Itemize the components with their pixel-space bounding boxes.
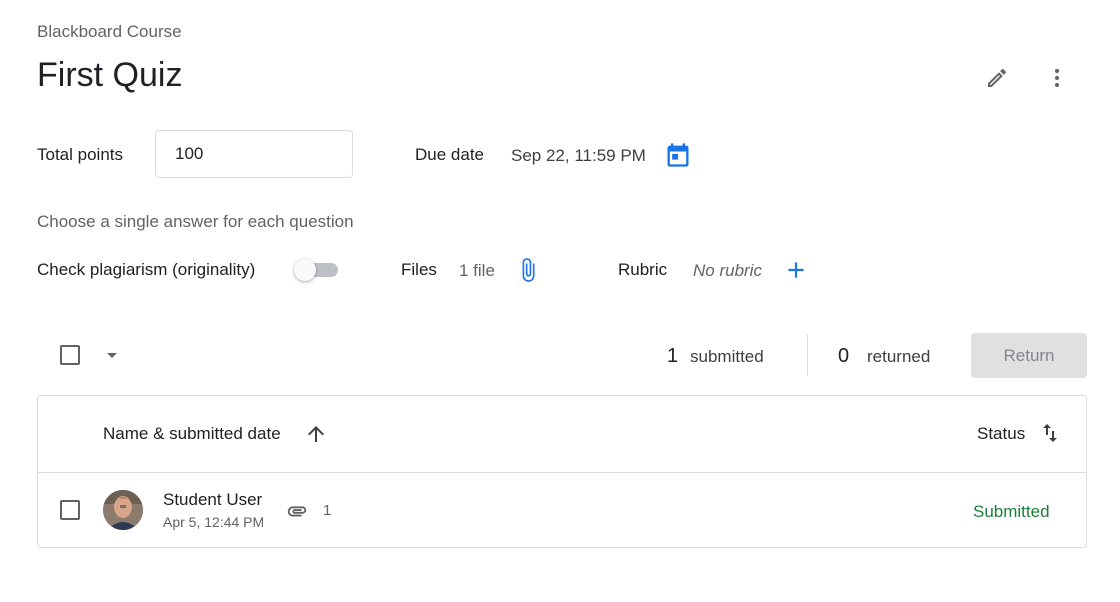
arrow-up-icon — [308, 426, 324, 442]
avatar — [103, 490, 143, 530]
submissions-table: Name & submitted date Status Student Use… — [37, 395, 1087, 548]
files-count[interactable]: 1 file — [459, 261, 495, 281]
files-label: Files — [401, 260, 437, 279]
paperclip-icon — [522, 258, 535, 282]
name-column-header[interactable]: Name & submitted date — [103, 424, 281, 444]
sort-status-button[interactable] — [1038, 421, 1062, 445]
total-points-label: Total points — [37, 145, 123, 164]
swap-vert-icon — [1043, 424, 1057, 442]
toggle-thumb — [294, 259, 316, 281]
add-rubric-button[interactable] — [776, 250, 816, 290]
due-date-label: Due date — [415, 145, 484, 164]
calendar-icon — [667, 143, 689, 167]
submitted-label: submitted — [690, 347, 764, 366]
sort-name-button[interactable] — [304, 422, 328, 446]
more-options-button[interactable] — [1037, 58, 1077, 98]
attach-file-button[interactable] — [508, 250, 548, 290]
table-header: Name & submitted date Status — [38, 396, 1086, 473]
select-options-dropdown[interactable] — [92, 335, 132, 375]
returned-count: 0 — [838, 345, 850, 367]
arrow-drop-down-icon — [107, 353, 117, 358]
rubric-label: Rubric — [618, 260, 668, 279]
attachment-count: 1 — [323, 502, 332, 519]
more-vert-icon — [1055, 69, 1059, 87]
assignment-page: Blackboard Course First Quiz Total point… — [0, 0, 1120, 602]
attachment-icon — [287, 506, 307, 517]
returned-label: returned — [867, 347, 931, 366]
page-title: First Quiz — [37, 56, 183, 94]
plagiarism-toggle[interactable] — [294, 259, 340, 282]
return-button[interactable]: Return — [971, 333, 1087, 378]
calendar-button[interactable] — [658, 135, 698, 175]
pencil-icon — [988, 68, 1007, 87]
due-date-value[interactable]: Sep 22, 11:59 PM — [511, 146, 646, 166]
plagiarism-label: Check plagiarism (originality) — [37, 260, 256, 279]
row-checkbox[interactable] — [60, 500, 80, 520]
submitted-date: Apr 5, 12:44 PM — [163, 514, 265, 530]
select-all-checkbox[interactable] — [60, 345, 80, 365]
course-name[interactable]: Blackboard Course — [37, 22, 182, 42]
student-name: Student User — [163, 490, 263, 509]
submitted-count: 1 — [667, 345, 679, 367]
rubric-value: No rubric — [693, 261, 762, 280]
status-badge: Submitted — [973, 502, 1050, 521]
total-points-input[interactable] — [155, 130, 353, 178]
table-row[interactable]: Student User Apr 5, 12:44 PM 1 Submitted — [38, 472, 1086, 548]
edit-button[interactable] — [977, 58, 1017, 98]
status-column-header[interactable]: Status — [977, 424, 1025, 444]
counts-divider — [807, 334, 808, 376]
instructions-text: Choose a single answer for each question — [37, 212, 354, 231]
plus-icon — [788, 262, 804, 278]
